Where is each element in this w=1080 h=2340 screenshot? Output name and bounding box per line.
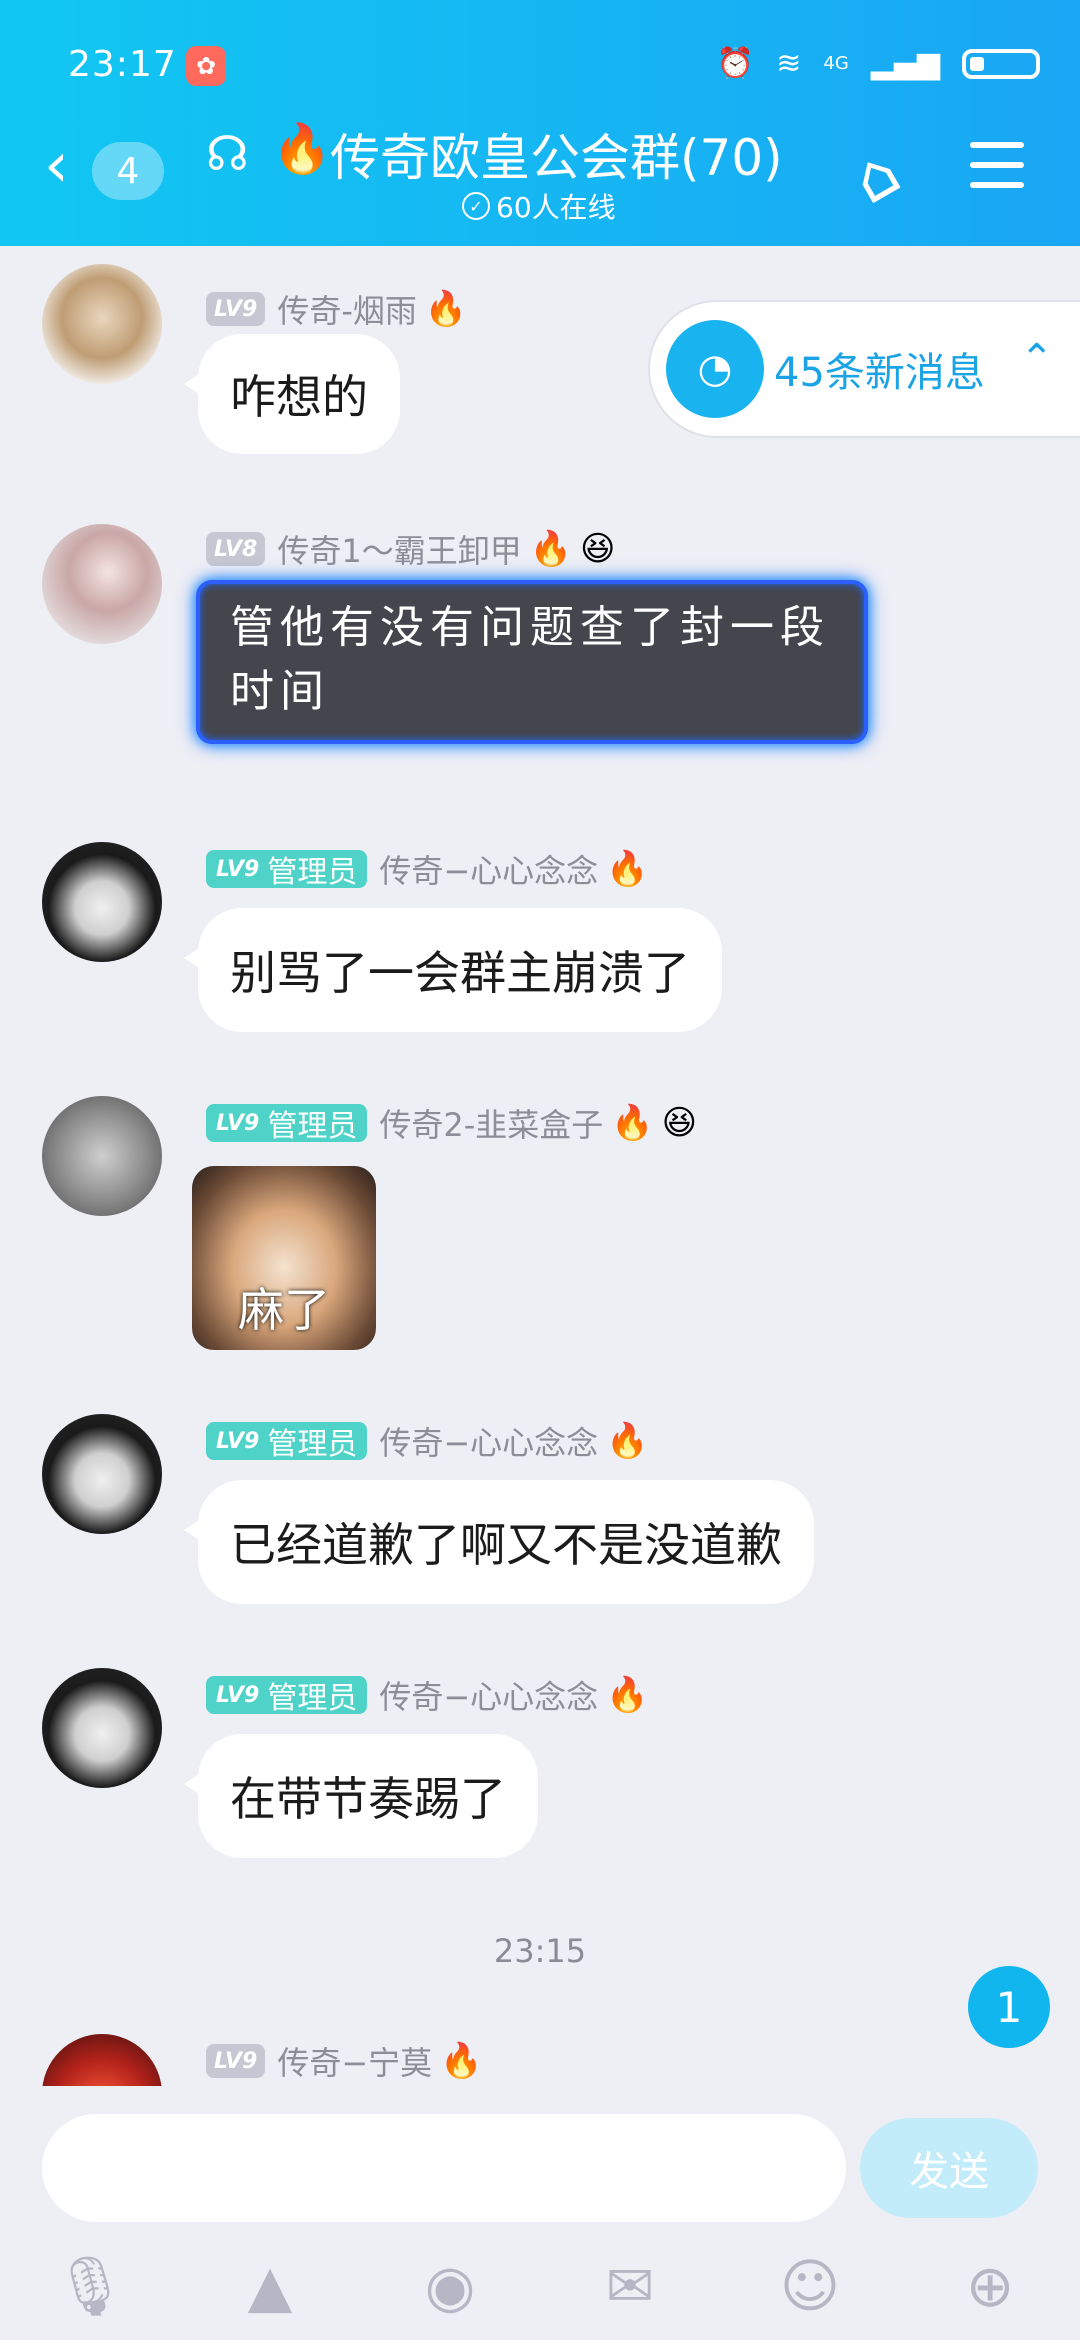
check-icon: ✓ bbox=[462, 192, 490, 220]
admin-role: 管理员 bbox=[267, 1109, 358, 1144]
emoji-badge-icon: 😆 bbox=[661, 1103, 698, 1143]
message-meta: LV9 管理员 传奇−心心念念 🔥 bbox=[206, 1418, 649, 1464]
avatar[interactable] bbox=[42, 2034, 162, 2086]
sender-name[interactable]: 传奇−心心念念 bbox=[379, 1672, 598, 1718]
app-notification-icon: ✿ bbox=[186, 46, 226, 86]
sender-name[interactable]: 传奇2-韭菜盒子 bbox=[379, 1100, 603, 1146]
sender-name[interactable]: 传奇1～霸王卸甲 bbox=[277, 526, 521, 572]
admin-role: 管理员 bbox=[267, 1681, 358, 1716]
level-badge: LV8 bbox=[206, 532, 266, 566]
chevron-up-icon: ⌃ bbox=[1020, 336, 1054, 382]
message-bubble[interactable]: 别骂了一会群主崩溃了 bbox=[184, 908, 722, 1032]
fire-icon: 🔥 bbox=[272, 121, 332, 177]
sender-name[interactable]: 传奇-烟雨 bbox=[277, 286, 417, 332]
admin-badge: LV9 管理员 bbox=[206, 1104, 368, 1144]
message-list[interactable]: LV9 传奇-烟雨 🔥 咋想的 LV8 传奇1～霸王卸甲 🔥 😆 管他有没有问题… bbox=[0, 246, 1080, 2086]
message-meta: LV9 管理员 传奇−心心念念 🔥 bbox=[206, 1672, 649, 1718]
send-button[interactable]: 发送 bbox=[860, 2118, 1038, 2218]
plus-icon[interactable]: ⊕ bbox=[950, 2246, 1030, 2326]
message-bubble[interactable]: 已经道歉了啊又不是没道歉 bbox=[184, 1480, 814, 1604]
avatar[interactable] bbox=[42, 1414, 162, 1534]
tag-icon[interactable]: ⌂ bbox=[840, 135, 912, 219]
input-toolbar: 🎙 ▲ ◉ ✉ ☺ ⊕ bbox=[0, 2236, 1080, 2326]
chat-bubble-icon: ◔ bbox=[666, 320, 764, 418]
back-icon[interactable]: ‹ bbox=[44, 134, 69, 196]
online-status: ✓ 60人在线 bbox=[462, 186, 616, 226]
admin-badge: LV9 管理员 bbox=[206, 850, 368, 890]
unread-badge[interactable]: 1 bbox=[968, 1966, 1050, 2048]
message-meta: LV9 管理员 传奇2-韭菜盒子 🔥 😆 bbox=[206, 1100, 697, 1146]
fire-icon: 🔥 bbox=[606, 849, 649, 889]
fire-icon: 🔥 bbox=[611, 1103, 654, 1143]
image-icon[interactable]: ▲ bbox=[230, 2246, 310, 2326]
online-count: 60人在线 bbox=[496, 191, 616, 224]
admin-role: 管理员 bbox=[267, 1427, 358, 1462]
menu-icon[interactable] bbox=[970, 142, 1024, 202]
emoji-icon[interactable]: ☺ bbox=[770, 2246, 850, 2326]
fire-icon: 🔥 bbox=[606, 1421, 649, 1461]
neon-message-bubble[interactable]: 管他有没有问题查了封一段时间 bbox=[196, 580, 868, 744]
sticker-image[interactable]: 麻了 bbox=[192, 1166, 376, 1350]
fire-icon: 🔥 bbox=[424, 289, 468, 329]
admin-role: 管理员 bbox=[267, 855, 358, 890]
status-time: 23:17 bbox=[68, 44, 177, 85]
admin-level: LV9 bbox=[216, 1428, 260, 1454]
sticker-caption: 麻了 bbox=[238, 1283, 330, 1337]
fire-icon: 🔥 bbox=[529, 529, 573, 569]
group-title[interactable]: 传奇欧皇公会群(70) bbox=[330, 118, 783, 190]
admin-badge: LV9 管理员 bbox=[206, 1422, 368, 1462]
chat-header: 23:17 ✿ ⏰ ≋ 4G ▂▄▆ ‹ 4 ☊ 🔥 传奇欧皇公会群(70) ✓… bbox=[0, 0, 1080, 246]
red-packet-icon[interactable]: ✉ bbox=[590, 2246, 670, 2326]
new-messages-label: 45条新消息 bbox=[774, 350, 985, 396]
avatar[interactable] bbox=[42, 524, 162, 644]
signal-icon: ▂▄▆ bbox=[870, 46, 940, 81]
message-meta: LV8 传奇1～霸王卸甲 🔥 😆 bbox=[206, 526, 616, 572]
message-meta: LV9 传奇−宁莫 🔥 bbox=[206, 2038, 483, 2084]
new-messages-button[interactable]: ◔ 45条新消息 ⌃ bbox=[650, 302, 1080, 436]
admin-level: LV9 bbox=[216, 856, 260, 882]
back-unread-count[interactable]: 4 bbox=[92, 142, 164, 200]
message-meta: LV9 传奇-烟雨 🔥 bbox=[206, 286, 467, 332]
level-badge: LV9 bbox=[206, 292, 266, 326]
status-icons: ⏰ ≋ 4G ▂▄▆ bbox=[717, 46, 1040, 81]
avatar[interactable] bbox=[42, 1668, 162, 1788]
timestamp-divider: 23:15 bbox=[493, 1932, 587, 1970]
sender-name[interactable]: 传奇−宁莫 bbox=[277, 2038, 432, 2084]
avatar[interactable] bbox=[42, 264, 162, 384]
admin-badge: LV9 管理员 bbox=[206, 1676, 368, 1716]
emoji-badge-icon: 😆 bbox=[580, 529, 616, 569]
composer-bar: 发送 🎙 ▲ ◉ ✉ ☺ ⊕ bbox=[0, 2086, 1080, 2340]
battery-icon bbox=[962, 48, 1040, 79]
camera-icon[interactable]: ◉ bbox=[410, 2246, 490, 2326]
message-bubble[interactable]: 咋想的 bbox=[184, 334, 400, 454]
wifi-icon: ≋ bbox=[776, 46, 802, 81]
sender-name[interactable]: 传奇−心心念念 bbox=[379, 1418, 598, 1464]
level-badge: LV9 bbox=[206, 2044, 266, 2078]
admin-level: LV9 bbox=[216, 1110, 260, 1136]
message-input[interactable] bbox=[42, 2114, 846, 2222]
fire-icon: 🔥 bbox=[606, 1675, 649, 1715]
ear-icon[interactable]: ☊ bbox=[206, 126, 249, 182]
alarm-icon: ⏰ bbox=[716, 46, 755, 81]
avatar[interactable] bbox=[42, 1096, 162, 1216]
avatar[interactable] bbox=[42, 842, 162, 962]
admin-level: LV9 bbox=[216, 1682, 260, 1708]
message-meta: LV9 管理员 传奇−心心念念 🔥 bbox=[206, 846, 649, 892]
network-type: 4G bbox=[823, 53, 849, 74]
sender-name[interactable]: 传奇−心心念念 bbox=[379, 846, 598, 892]
microphone-icon[interactable]: 🎙 bbox=[50, 2246, 130, 2326]
fire-icon: 🔥 bbox=[440, 2041, 483, 2081]
message-bubble[interactable]: 在带节奏踢了 bbox=[184, 1734, 538, 1858]
